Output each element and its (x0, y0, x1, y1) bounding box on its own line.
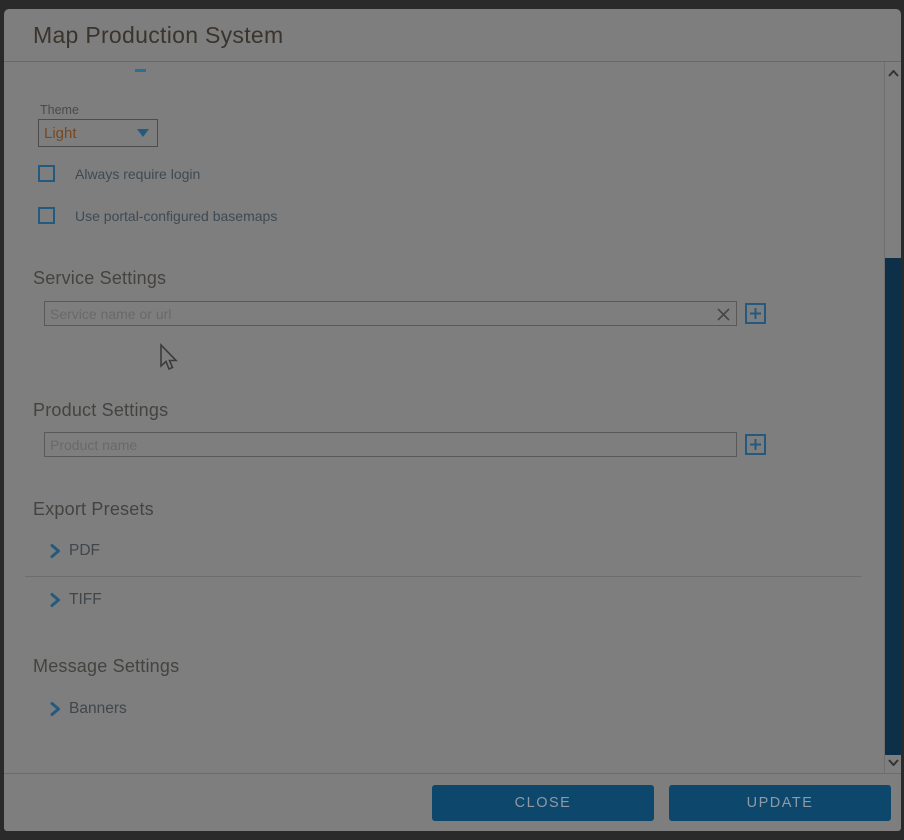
scroll-down-button[interactable] (885, 753, 901, 771)
export-preset-pdf-row[interactable]: PDF (50, 542, 100, 560)
product-settings-heading: Product Settings (33, 400, 168, 421)
dialog-content: Theme Light Always require login Use por… (4, 62, 884, 773)
export-presets-heading: Export Presets (33, 499, 154, 520)
banners-row[interactable]: Banners (50, 700, 127, 718)
mouse-cursor (157, 343, 179, 373)
theme-label: Theme (40, 103, 79, 117)
chevron-right-icon (50, 543, 61, 559)
checkbox-label: Use portal-configured basemaps (75, 208, 277, 224)
clipped-scrolled-element (135, 69, 146, 72)
plus-icon (750, 439, 761, 450)
clear-service-input-icon[interactable] (714, 305, 732, 323)
product-name-input[interactable] (44, 432, 737, 457)
scrollbar-thumb[interactable] (885, 258, 901, 755)
always-require-login-row: Always require login (38, 165, 200, 182)
chevron-down-icon (888, 759, 899, 766)
theme-select[interactable]: Light (38, 119, 158, 147)
always-require-login-checkbox[interactable] (38, 165, 55, 182)
update-button[interactable]: UPDATE (669, 785, 891, 821)
caret-down-icon (137, 129, 149, 137)
export-preset-label: PDF (69, 542, 100, 560)
close-button[interactable]: CLOSE (432, 785, 654, 821)
banners-label: Banners (69, 700, 127, 718)
chevron-up-icon (888, 70, 899, 77)
scroll-up-button[interactable] (885, 64, 901, 82)
chevron-right-icon (50, 701, 61, 717)
export-preset-tiff-row[interactable]: TIFF (50, 591, 102, 609)
dialog-scrollbar[interactable] (884, 62, 901, 773)
chevron-right-icon (50, 592, 61, 608)
dialog-title: Map Production System (33, 22, 283, 49)
service-name-input[interactable] (44, 301, 737, 326)
checkbox-label: Always require login (75, 166, 200, 182)
export-preset-label: TIFF (69, 591, 102, 609)
portal-basemaps-row: Use portal-configured basemaps (38, 207, 277, 224)
preset-divider (25, 576, 861, 577)
dialog-footer: CLOSE UPDATE (4, 773, 901, 831)
add-product-button[interactable] (745, 434, 766, 455)
map-production-dialog: Map Production System Theme Light Always… (4, 9, 901, 831)
plus-icon (750, 308, 761, 319)
portal-basemaps-checkbox[interactable] (38, 207, 55, 224)
service-settings-heading: Service Settings (33, 268, 166, 289)
message-settings-heading: Message Settings (33, 656, 179, 677)
dialog-titlebar: Map Production System (4, 9, 901, 62)
add-service-button[interactable] (745, 303, 766, 324)
theme-select-value: Light (44, 125, 137, 142)
